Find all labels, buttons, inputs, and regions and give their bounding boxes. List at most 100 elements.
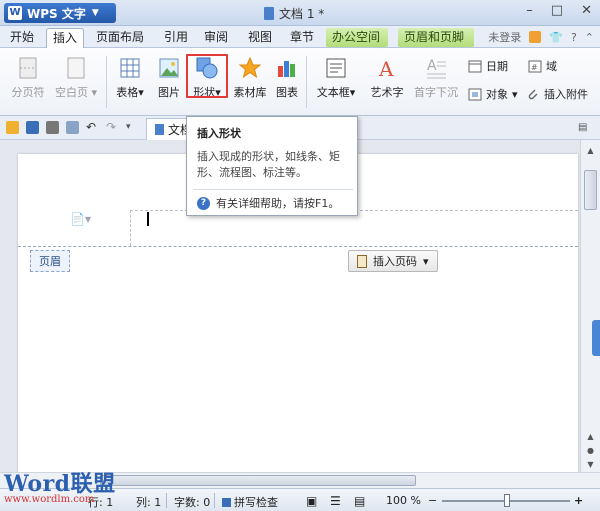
object-button[interactable]: 对象 ▾ bbox=[468, 86, 518, 102]
zoom-slider[interactable] bbox=[442, 494, 570, 507]
tab-references[interactable]: 引用 bbox=[158, 28, 194, 47]
tab-view[interactable]: 视图 bbox=[242, 28, 278, 47]
web-view-icon[interactable]: ▤ bbox=[354, 494, 365, 508]
page-break-icon bbox=[19, 57, 37, 79]
login-status[interactable]: 未登录 bbox=[488, 29, 521, 45]
tab-page-layout[interactable]: 页面布局 bbox=[90, 28, 150, 47]
column-indicator: 列: 1 bbox=[136, 496, 162, 509]
undo-icon[interactable]: ↶ bbox=[86, 121, 99, 134]
header-boundary-line bbox=[18, 246, 578, 247]
app-menu-button[interactable]: W WPS 文字 ▼ bbox=[4, 3, 116, 23]
document-icon bbox=[264, 7, 274, 20]
picture-icon bbox=[159, 58, 179, 78]
tab-home[interactable]: 开始 bbox=[4, 28, 40, 47]
material-library-label: 素材库 bbox=[233, 86, 267, 99]
drop-cap-button[interactable]: A 首字下沉 bbox=[410, 56, 462, 100]
page-number-icon bbox=[357, 254, 367, 268]
help-icon[interactable]: ? bbox=[571, 31, 577, 44]
wordart-icon: A bbox=[378, 57, 394, 80]
drop-cap-label: 首字下沉 bbox=[414, 86, 458, 99]
tab-chapter[interactable]: 章节 bbox=[284, 28, 320, 47]
tab-list-icon[interactable]: ▤ bbox=[578, 121, 591, 134]
page-break-label: 分页符 bbox=[11, 86, 45, 99]
insert-attachment-button[interactable]: 插入附件 bbox=[526, 86, 588, 102]
scroll-select-object-icon[interactable]: ● bbox=[584, 444, 597, 457]
scroll-prev-page-icon[interactable]: ▲ bbox=[584, 430, 597, 443]
wordart-label: 艺术字 bbox=[370, 86, 404, 99]
paste-options-icon[interactable]: 📄▾ bbox=[70, 212, 91, 226]
shirt-icon[interactable]: 👕 bbox=[549, 31, 563, 44]
textbox-icon bbox=[326, 58, 346, 78]
close-button[interactable]: ✕ bbox=[581, 3, 592, 18]
page-break-button[interactable]: 分页符 bbox=[8, 56, 48, 100]
zoom-out-button[interactable]: − bbox=[428, 494, 437, 507]
drop-cap-icon: A bbox=[427, 58, 446, 79]
tooltip-help: ? 有关详细帮助，请按F1。 bbox=[197, 195, 339, 211]
tooltip-title: 插入形状 bbox=[197, 127, 241, 140]
svg-text:A: A bbox=[427, 58, 437, 74]
document-title-text: 文档 1 * bbox=[279, 7, 325, 21]
spell-check-button[interactable]: 拼写检查 bbox=[222, 494, 278, 510]
save-icon[interactable] bbox=[26, 121, 39, 134]
zoom-in-button[interactable]: + bbox=[574, 494, 583, 507]
paperclip-icon bbox=[528, 89, 538, 100]
window-controls: – □ ✕ bbox=[526, 3, 592, 18]
wordart-button[interactable]: A 艺术字 bbox=[366, 56, 408, 100]
header-label: 页眉 bbox=[30, 250, 70, 272]
scroll-up-arrow[interactable]: ▲ bbox=[584, 144, 597, 157]
vertical-scrollbar[interactable]: ▲ ▲ ● ▼ bbox=[580, 140, 600, 472]
field-button[interactable]: # 域 bbox=[528, 58, 557, 74]
field-icon: # bbox=[528, 60, 542, 73]
chevron-down-icon: ▾ bbox=[349, 86, 356, 99]
table-button[interactable]: 表格▾ bbox=[112, 56, 148, 100]
tab-insert[interactable]: 插入 bbox=[46, 28, 85, 48]
svg-text:#: # bbox=[531, 63, 538, 72]
app-menu-label: WPS 文字 bbox=[27, 6, 86, 21]
table-icon bbox=[120, 58, 140, 78]
tooltip-divider bbox=[193, 189, 353, 190]
skin-icon[interactable] bbox=[529, 31, 542, 43]
picture-button[interactable]: 图片 bbox=[154, 56, 184, 100]
picture-label: 图片 bbox=[158, 86, 180, 99]
zoom-slider-knob[interactable] bbox=[504, 494, 510, 507]
ribbon-divider bbox=[306, 56, 307, 108]
scroll-thumb[interactable] bbox=[584, 170, 597, 210]
wps-logo-icon: W bbox=[8, 6, 22, 20]
side-panel-tab[interactable] bbox=[592, 320, 600, 356]
blank-page-label: 空白页 bbox=[54, 86, 88, 99]
status-divider bbox=[166, 493, 167, 508]
redo-icon[interactable]: ↷ bbox=[106, 121, 119, 134]
print-preview-icon[interactable] bbox=[66, 121, 79, 134]
customize-icon[interactable]: ▾ bbox=[126, 121, 139, 134]
word-count[interactable]: 字数: 0 bbox=[174, 494, 210, 510]
document-title: 文档 1 * bbox=[264, 5, 324, 22]
hscroll-thumb[interactable] bbox=[100, 475, 416, 486]
ribbon-divider bbox=[106, 56, 107, 108]
blank-page-button[interactable]: 空白页 ▾ bbox=[52, 56, 100, 100]
maximize-button[interactable]: □ bbox=[551, 3, 563, 18]
material-library-button[interactable]: 素材库 bbox=[230, 56, 270, 100]
tab-review[interactable]: 审阅 bbox=[198, 28, 234, 47]
status-divider bbox=[214, 493, 215, 508]
chart-button[interactable]: 图表 bbox=[272, 56, 302, 100]
page-view-icon[interactable]: ▣ bbox=[306, 494, 317, 508]
minimize-button[interactable]: – bbox=[526, 3, 533, 18]
zoom-level[interactable]: 100 % bbox=[386, 494, 421, 507]
print-icon[interactable] bbox=[46, 121, 59, 134]
open-folder-icon[interactable] bbox=[6, 121, 19, 134]
tab-office-space[interactable]: 办公空间 bbox=[326, 28, 388, 47]
calendar-icon bbox=[468, 60, 482, 73]
outline-view-icon[interactable]: ☰ bbox=[330, 494, 341, 508]
chart-label: 图表 bbox=[276, 86, 298, 99]
textbox-button[interactable]: 文本框▾ bbox=[312, 56, 360, 100]
tab-header-footer[interactable]: 页眉和页脚 bbox=[398, 28, 474, 47]
insert-page-number-button[interactable]: 插入页码 ▾ bbox=[348, 250, 438, 272]
tooltip-help-text: 有关详细帮助，请按F1。 bbox=[216, 197, 340, 210]
field-label: 域 bbox=[546, 60, 557, 73]
star-icon bbox=[238, 56, 262, 79]
chevron-down-icon: ▾ bbox=[87, 86, 98, 99]
scroll-next-page-icon[interactable]: ▼ bbox=[584, 458, 597, 471]
minimize-ribbon-icon[interactable]: ⌃ bbox=[585, 31, 594, 44]
date-button[interactable]: 日期 bbox=[468, 58, 508, 74]
shape-highlight-frame bbox=[186, 54, 228, 98]
